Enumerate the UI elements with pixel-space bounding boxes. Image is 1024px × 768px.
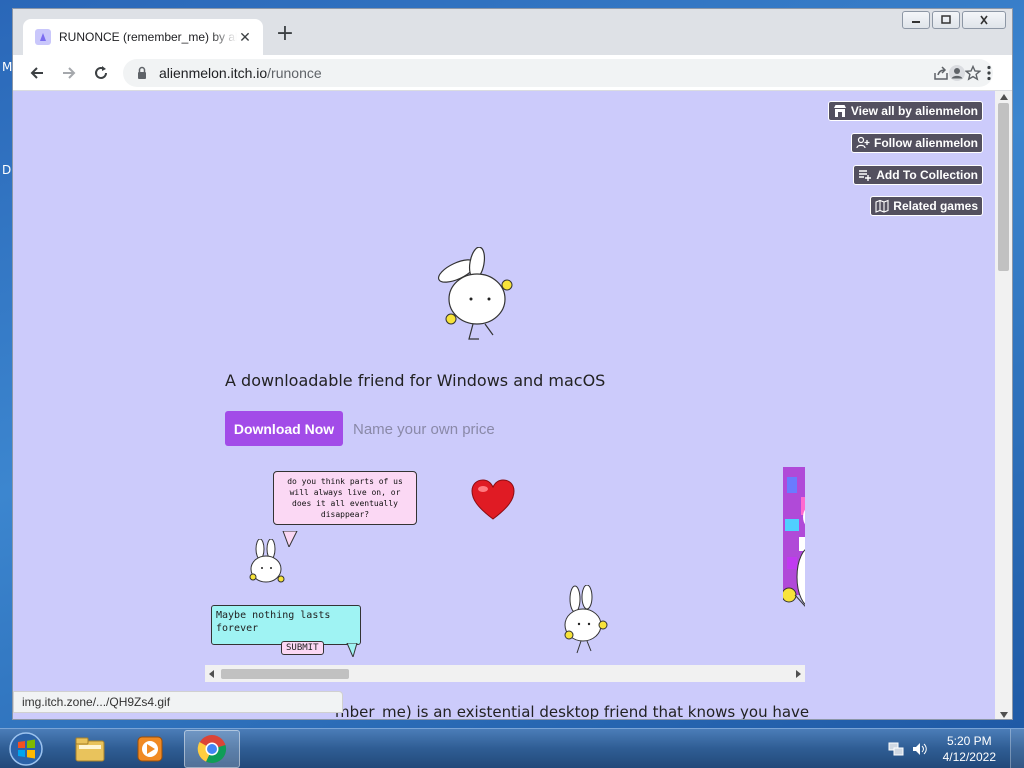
maximize-button[interactable] [932,11,960,29]
speech-bubble: do you think parts of us will always liv… [273,471,417,525]
add-to-collection-label: Add To Collection [876,168,978,182]
screenshot-gallery[interactable]: do you think parts of us will always liv… [205,467,805,667]
page-content: View all by alienmelon Follow alienmelon… [13,91,995,720]
game-description: mber_me) is an existential desktop frien… [335,703,810,720]
window-controls [902,11,1006,29]
chrome-taskbar-button[interactable] [184,730,240,768]
view-all-by-author-button[interactable]: View all by alienmelon [827,101,983,121]
game-tagline: A downloadable friend for Windows and ma… [225,371,606,390]
add-to-collection-button[interactable]: Add To Collection [853,165,983,185]
heart-icon [471,479,515,520]
link-status-bubble: img.itch.zone/.../QH9Zs4.gif [13,691,343,713]
new-tab-button[interactable]: + [275,23,295,45]
network-icon[interactable] [887,740,905,758]
tab-title: RUNONCE (remember_me) by alienmelon [59,30,237,44]
url-path: /runonce [267,65,322,81]
url-text: alienmelon.itch.io/runonce [159,65,929,81]
start-button[interactable] [4,730,48,768]
forward-button[interactable] [57,61,81,85]
scroll-down-arrow[interactable] [995,709,1012,719]
browser-window: RUNONCE (remember_me) by alienmelon ✕ + [12,8,1013,720]
scroll-up-arrow[interactable] [995,91,1012,103]
scroll-left-arrow[interactable] [205,665,219,682]
reply-input-box: Maybe nothing lasts forever [211,605,361,645]
view-all-label: View all by alienmelon [850,104,978,118]
store-icon [833,105,846,117]
taskbar-clock[interactable]: 5:20 PM 4/12/2022 [943,733,996,765]
close-window-button[interactable] [962,11,1006,29]
media-player-icon [137,736,163,762]
submit-chip: SUBMIT [281,641,324,655]
show-desktop-button[interactable] [1010,729,1024,768]
itch-favicon-icon [35,29,51,45]
playlist-add-icon [859,170,872,181]
scroll-right-arrow[interactable] [791,665,805,682]
vertical-scroll-thumb[interactable] [998,103,1009,271]
desktop-icon-label[interactable]: D [2,163,11,177]
media-player-taskbar-button[interactable] [122,730,178,768]
file-explorer-taskbar-button[interactable] [62,730,118,768]
browser-tab[interactable]: RUNONCE (remember_me) by alienmelon ✕ [23,19,263,55]
minimize-button[interactable] [902,11,930,29]
close-tab-icon[interactable]: ✕ [237,29,253,45]
map-icon [875,199,889,213]
follow-author-button[interactable]: Follow alienmelon [850,133,983,153]
lock-icon [138,66,146,79]
add-user-icon [856,136,870,149]
tab-strip: RUNONCE (remember_me) by alienmelon ✕ + [13,9,1012,55]
profile-avatar-icon[interactable] [945,61,969,85]
vertical-scrollbar[interactable] [995,91,1012,719]
browser-toolbar: alienmelon.itch.io/runonce [13,55,1012,91]
small-bunny-image [249,539,285,583]
windows-logo-icon [9,732,43,766]
browser-menu-icon[interactable] [977,61,1001,85]
related-games-button[interactable]: Related games [870,196,983,216]
clock-time: 5:20 PM [946,734,992,748]
reload-button[interactable] [89,61,113,85]
download-now-button[interactable]: Download Now [225,411,343,446]
file-explorer-icon [75,737,105,762]
horizontal-scroll-thumb[interactable] [221,669,349,679]
chrome-icon [197,735,227,763]
volume-icon[interactable] [911,740,929,758]
follow-label: Follow alienmelon [873,136,978,150]
bunny-mascot-image [437,247,513,340]
horizontal-scrollbar[interactable] [205,665,805,682]
reply-bubble-tail [346,643,358,657]
desktop-icon-label[interactable]: M [2,60,12,74]
glitch-image [783,467,805,615]
related-games-label: Related games [893,199,978,213]
price-label: Name your own price [353,421,495,438]
clock-date: 4/12/2022 [942,750,996,764]
address-bar[interactable]: alienmelon.itch.io/runonce [123,59,993,87]
taskbar: 5:20 PM 4/12/2022 [0,728,1024,768]
url-host: alienmelon.itch.io [159,65,268,81]
back-button[interactable] [25,61,49,85]
walking-bunny-image [564,585,608,654]
system-tray: 5:20 PM 4/12/2022 [887,729,1024,768]
